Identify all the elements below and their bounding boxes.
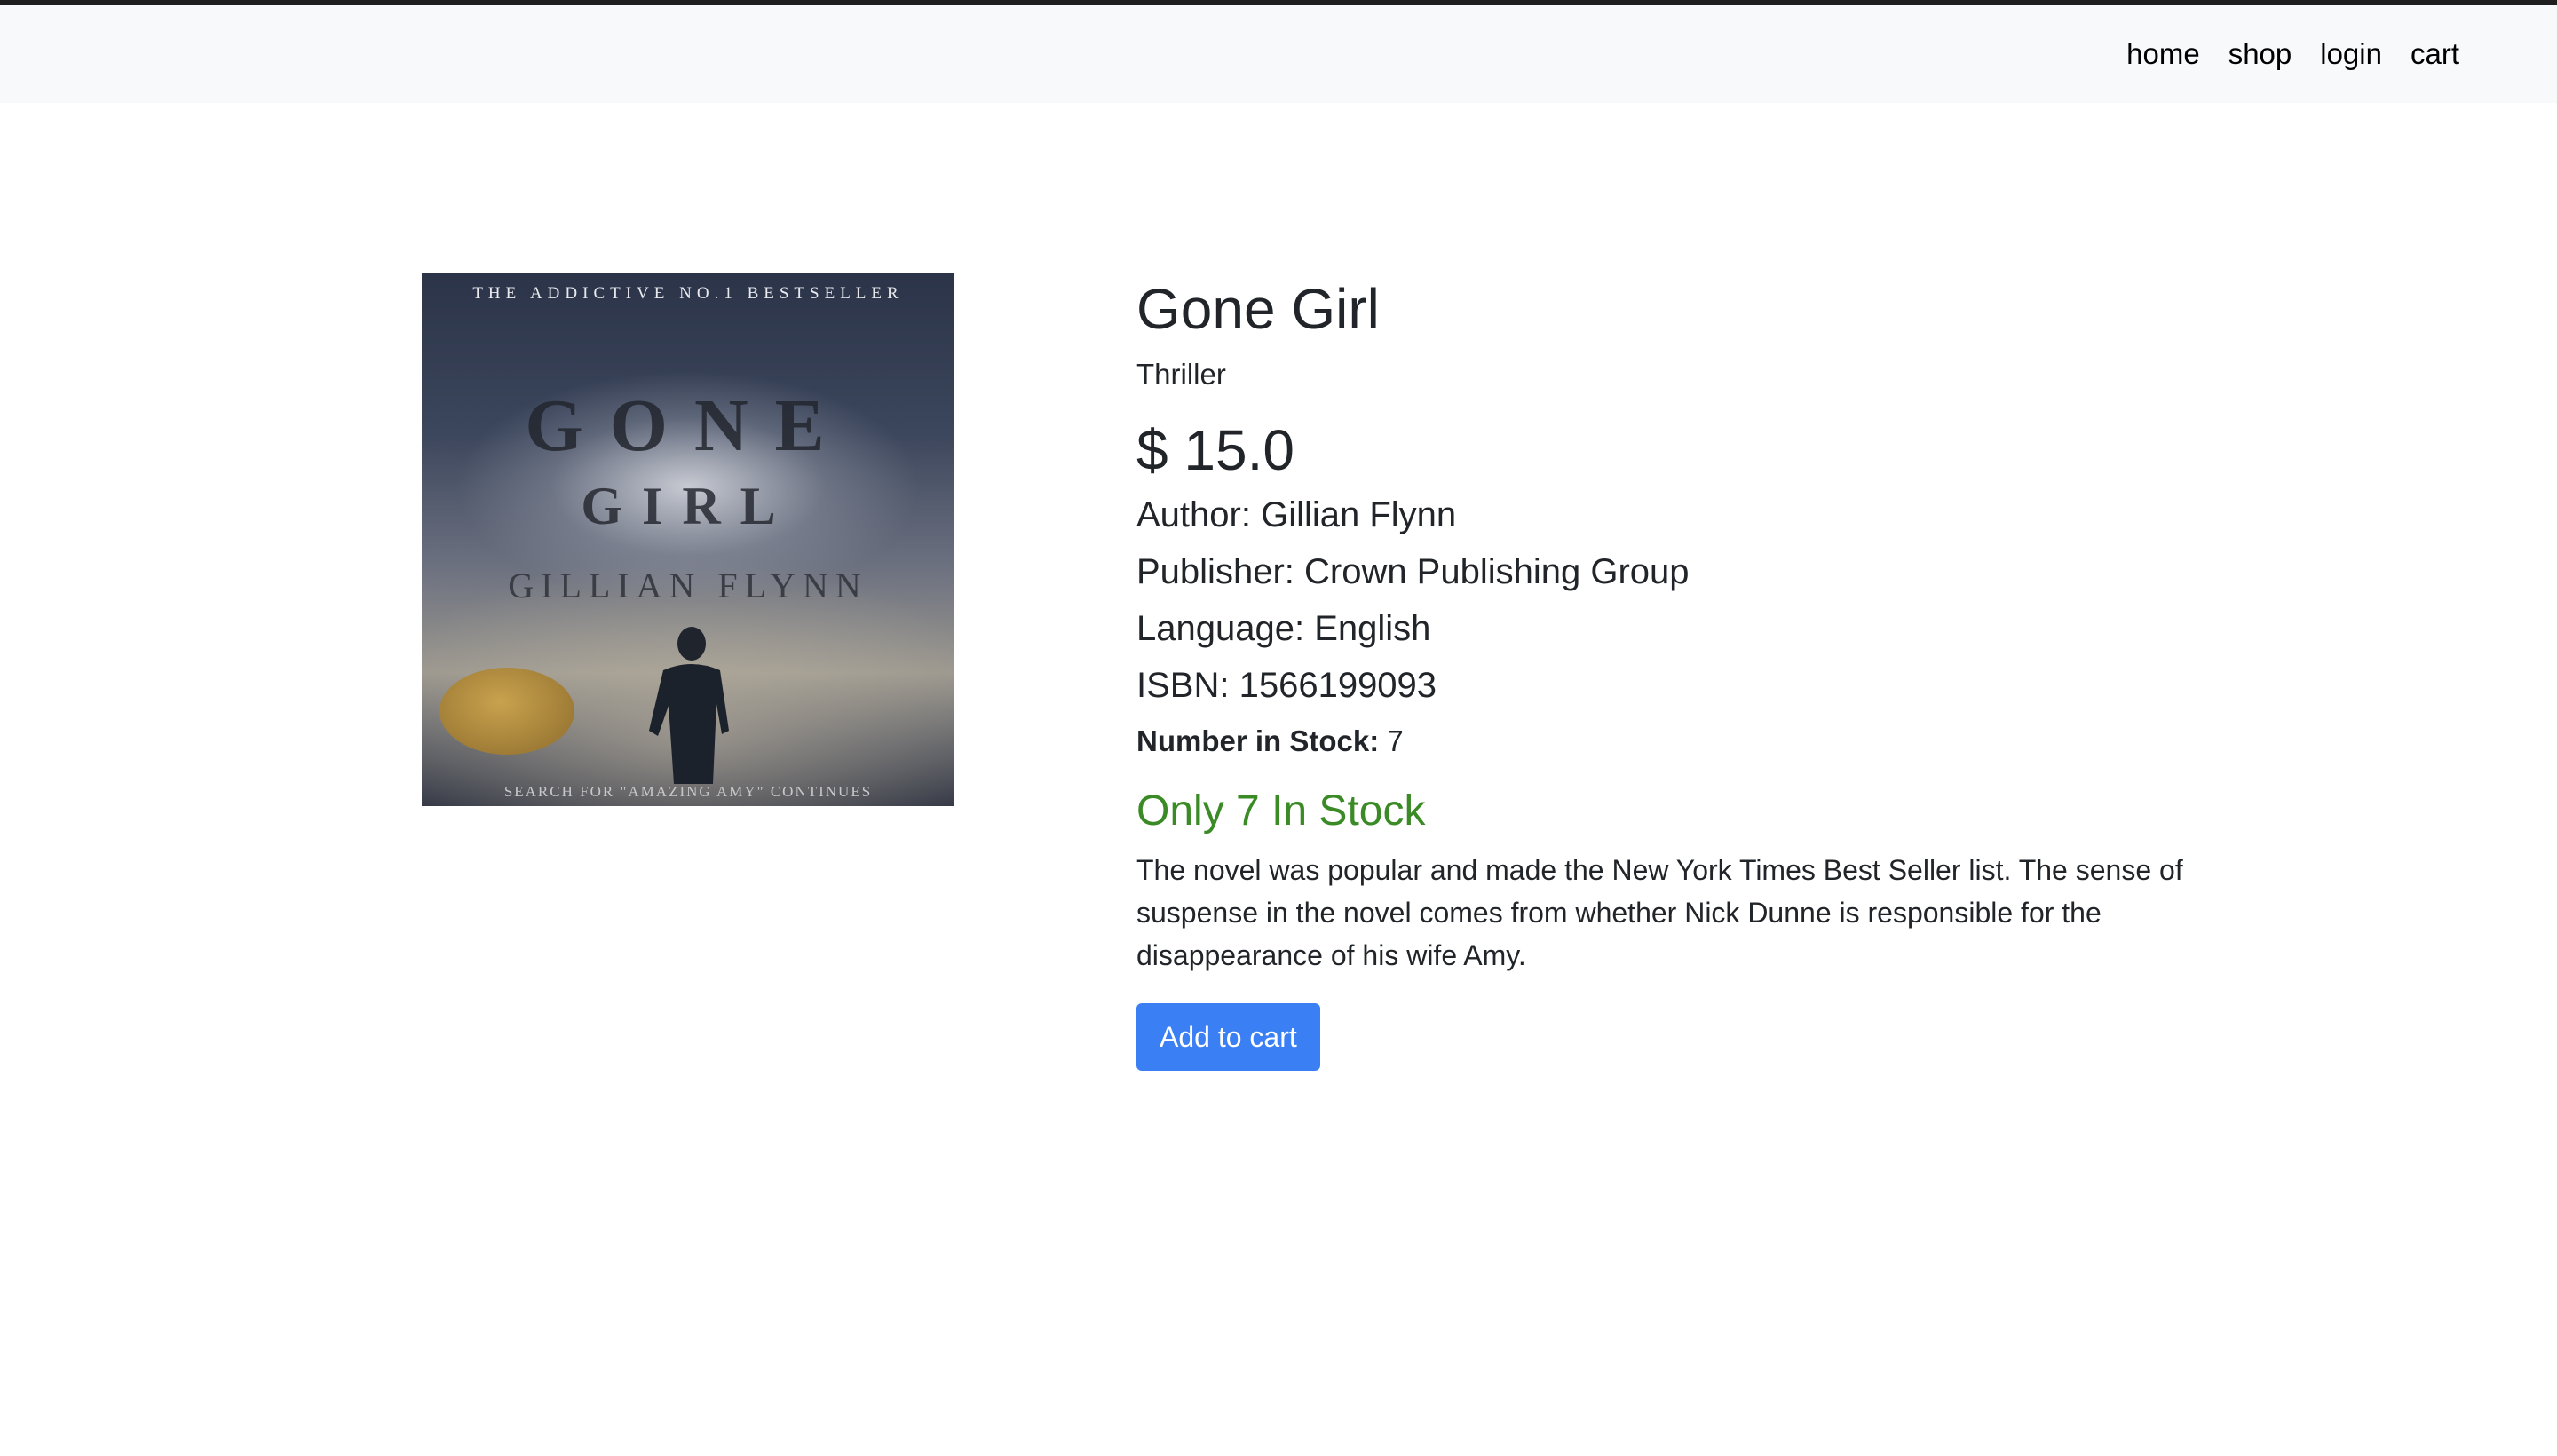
- nav-link-home[interactable]: home: [2126, 37, 2200, 71]
- book-publisher: Publisher: Crown Publishing Group: [1136, 552, 1690, 591]
- stock-alert: Only 7 In Stock: [1136, 787, 1426, 835]
- stock-count: Number in Stock: 7: [1136, 719, 2220, 764]
- book-language: Language: English: [1136, 609, 1431, 648]
- nav-link-shop[interactable]: shop: [2228, 37, 2292, 71]
- cover-author: GILLIAN FLYNN: [508, 566, 868, 605]
- navbar: home shop login cart: [0, 5, 2557, 103]
- cover-figure-icon: [649, 627, 729, 784]
- stock-count-label: Number in Stock:: [1136, 724, 1380, 757]
- cover-title-line1: GONE: [525, 384, 851, 467]
- book-isbn: ISBN: 1566199093: [1136, 666, 1437, 705]
- book-title: Gone Girl: [1136, 277, 1380, 341]
- book-details: Gone Girl Thriller $ 15.0 Author: Gillia…: [1136, 273, 2220, 1071]
- book-cover-image: THE ADDICTIVE NO.1 BESTSELLER GONE GIRL …: [422, 273, 954, 806]
- nav-links: home shop login cart: [2126, 5, 2459, 103]
- nav-link-login[interactable]: login: [2320, 37, 2382, 71]
- add-to-cart-button[interactable]: Add to cart: [1136, 1003, 1320, 1071]
- book-price: $ 15.0: [1136, 418, 1294, 482]
- cover-tagline: THE ADDICTIVE NO.1 BESTSELLER: [472, 284, 904, 303]
- book-genre: Thriller: [1136, 358, 1226, 391]
- book-description: The novel was popular and made the New Y…: [1136, 854, 2183, 971]
- cover-bottom-text: SEARCH FOR "AMAZING AMY" CONTINUES: [503, 783, 873, 800]
- cover-seal: [439, 668, 574, 755]
- book-author: Author: Gillian Flynn: [1136, 495, 1457, 534]
- stock-count-value: 7: [1387, 724, 1404, 757]
- cover-title-line2: GIRL: [581, 477, 796, 535]
- nav-link-cart[interactable]: cart: [2411, 37, 2459, 71]
